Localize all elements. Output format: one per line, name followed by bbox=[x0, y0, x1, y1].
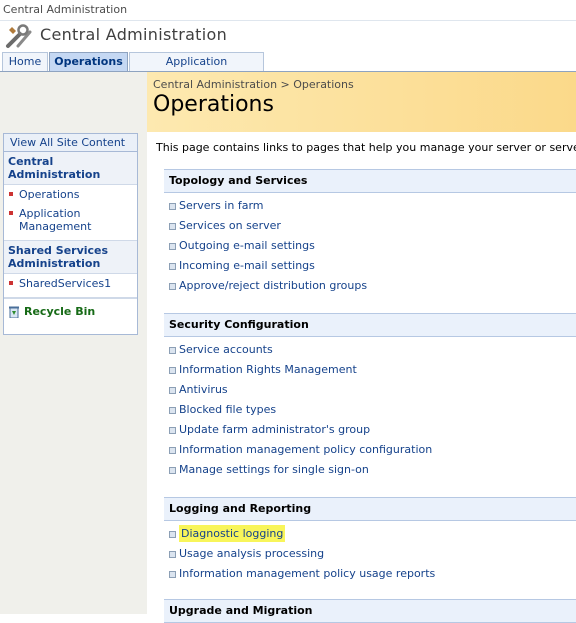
nav-item-sharedservices1[interactable]: SharedServices1 bbox=[4, 274, 137, 293]
nav-item-application-management[interactable]: Application Management bbox=[4, 204, 137, 236]
section-upgrade-and-migration: Upgrade and Migration bbox=[164, 599, 576, 623]
breadcrumb-current: Operations bbox=[293, 78, 354, 91]
nav-group-shared-services-administration[interactable]: Shared Services Administration bbox=[4, 241, 137, 274]
square-bullet-icon bbox=[169, 243, 176, 250]
link-label: Manage settings for single sign-on bbox=[179, 463, 369, 476]
window-title-bar: Central Administration bbox=[0, 0, 576, 21]
nav-item-label: Application Management bbox=[19, 207, 92, 233]
square-bullet-icon bbox=[169, 427, 176, 434]
link-information-management-policy-configuration[interactable]: Information management policy configurat… bbox=[164, 440, 576, 460]
link-label: Usage analysis processing bbox=[179, 547, 325, 560]
square-bullet-icon bbox=[169, 407, 176, 414]
link-label: Information management policy configurat… bbox=[179, 443, 433, 456]
square-bullet-icon bbox=[169, 531, 176, 538]
square-bullet-icon bbox=[169, 347, 176, 354]
nav-item-label: Operations bbox=[19, 188, 80, 201]
square-bullet-icon bbox=[169, 551, 176, 558]
link-outgoing-email-settings[interactable]: Outgoing e-mail settings bbox=[164, 236, 576, 256]
quick-launch: View All Site Content Central Administra… bbox=[3, 133, 138, 335]
bullet-icon bbox=[9, 211, 13, 215]
square-bullet-icon bbox=[169, 223, 176, 230]
bullet-icon bbox=[9, 281, 13, 285]
link-label: Update farm administrator's group bbox=[179, 423, 371, 436]
tools-icon bbox=[6, 24, 32, 48]
link-label: Information Rights Management bbox=[179, 363, 357, 376]
link-services-on-server[interactable]: Services on server bbox=[164, 216, 576, 236]
section-topology-and-services: Topology and Services Servers in farm Se… bbox=[164, 169, 576, 296]
link-label: Outgoing e-mail settings bbox=[179, 239, 315, 252]
page-title: Operations bbox=[153, 92, 274, 117]
breadcrumb-root[interactable]: Central Administration bbox=[153, 78, 277, 91]
breadcrumb-separator: > bbox=[277, 78, 294, 91]
link-label: Servers in farm bbox=[179, 199, 264, 212]
window-title: Central Administration bbox=[3, 3, 128, 16]
link-information-management-policy-usage-reports[interactable]: Information management policy usage repo… bbox=[164, 564, 576, 584]
section-logging-and-reporting: Logging and Reporting Diagnostic logging… bbox=[164, 497, 576, 584]
square-bullet-icon bbox=[169, 447, 176, 454]
link-label: Incoming e-mail settings bbox=[179, 259, 315, 272]
link-information-rights-management[interactable]: Information Rights Management bbox=[164, 360, 576, 380]
link-incoming-email-settings[interactable]: Incoming e-mail settings bbox=[164, 256, 576, 276]
link-approve-reject-distribution-groups[interactable]: Approve/reject distribution groups bbox=[164, 276, 576, 296]
link-label: Information management policy usage repo… bbox=[179, 567, 436, 580]
site-title[interactable]: Central Administration bbox=[40, 25, 227, 44]
link-service-accounts[interactable]: Service accounts bbox=[164, 340, 576, 360]
recycle-bin-icon bbox=[9, 306, 19, 318]
section-security-configuration: Security Configuration Service accounts … bbox=[164, 313, 576, 480]
square-bullet-icon bbox=[169, 571, 176, 578]
square-bullet-icon bbox=[169, 283, 176, 290]
tab-operations[interactable]: Operations bbox=[49, 52, 128, 71]
recycle-bin-link[interactable]: Recycle Bin bbox=[4, 298, 137, 325]
link-usage-analysis-processing[interactable]: Usage analysis processing bbox=[164, 544, 576, 564]
section-header: Security Configuration bbox=[164, 313, 576, 337]
square-bullet-icon bbox=[169, 387, 176, 394]
link-label: Blocked file types bbox=[179, 403, 277, 416]
page-description: This page contains links to pages that h… bbox=[156, 141, 576, 154]
link-label: Services on server bbox=[179, 219, 281, 232]
tab-application-management[interactable]: Application Management bbox=[129, 52, 264, 86]
link-label: Approve/reject distribution groups bbox=[179, 279, 368, 292]
section-header: Logging and Reporting bbox=[164, 497, 576, 521]
recycle-bin-label: Recycle Bin bbox=[24, 305, 96, 318]
nav-group-central-administration[interactable]: Central Administration bbox=[4, 152, 137, 185]
square-bullet-icon bbox=[169, 263, 176, 270]
section-header: Upgrade and Migration bbox=[164, 599, 576, 623]
square-bullet-icon bbox=[169, 467, 176, 474]
site-header: Central Administration bbox=[0, 21, 576, 51]
view-all-site-content-link[interactable]: View All Site Content bbox=[4, 134, 137, 152]
square-bullet-icon bbox=[169, 203, 176, 210]
link-label: Antivirus bbox=[179, 383, 228, 396]
link-antivirus[interactable]: Antivirus bbox=[164, 380, 576, 400]
top-nav-tabs: Home Operations Application Management bbox=[0, 52, 576, 86]
link-update-farm-administrators-group[interactable]: Update farm administrator's group bbox=[164, 420, 576, 440]
link-diagnostic-logging[interactable]: Diagnostic logging bbox=[164, 524, 576, 544]
link-label: Diagnostic logging bbox=[179, 525, 286, 542]
link-label: Service accounts bbox=[179, 343, 273, 356]
link-servers-in-farm[interactable]: Servers in farm bbox=[164, 196, 576, 216]
nav-item-label: SharedServices1 bbox=[19, 277, 112, 290]
square-bullet-icon bbox=[169, 367, 176, 374]
link-manage-settings-single-sign-on[interactable]: Manage settings for single sign-on bbox=[164, 460, 576, 480]
breadcrumb: Central Administration > Operations bbox=[153, 78, 354, 91]
nav-item-operations[interactable]: Operations bbox=[4, 185, 137, 204]
section-header: Topology and Services bbox=[164, 169, 576, 193]
tab-home[interactable]: Home bbox=[2, 52, 48, 71]
bullet-icon bbox=[9, 192, 13, 196]
link-blocked-file-types[interactable]: Blocked file types bbox=[164, 400, 576, 420]
